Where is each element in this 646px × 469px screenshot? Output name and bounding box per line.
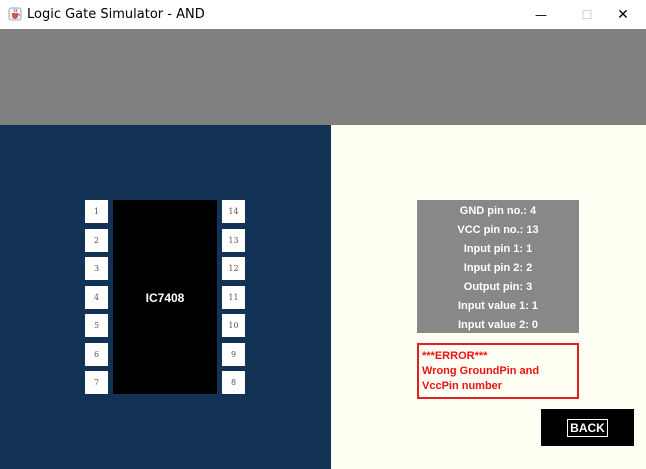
- pin-14[interactable]: 14: [222, 200, 245, 223]
- ic-chip: IC7408: [113, 200, 217, 394]
- window-title: Logic Gate Simulator - AND: [27, 7, 205, 22]
- gnd-pin-label: GND pin no.: 4: [459, 205, 537, 217]
- pin-4[interactable]: 4: [85, 286, 108, 309]
- input-pin-1-label: Input pin 1: 1: [463, 243, 533, 255]
- pin-2[interactable]: 2: [85, 229, 108, 252]
- pin-6[interactable]: 6: [85, 343, 108, 366]
- input-value-1-label: Input value 1: 1: [457, 300, 539, 312]
- pin-9[interactable]: 9: [222, 343, 245, 366]
- input-pin-2-label: Input pin 2: 2: [463, 262, 533, 274]
- maximize-icon: ☐: [581, 7, 593, 22]
- java-coffee-icon: [8, 7, 22, 21]
- pin-11[interactable]: 11: [222, 286, 245, 309]
- pin-13[interactable]: 13: [222, 229, 245, 252]
- title-bar: Logic Gate Simulator - AND — ☐ ✕: [0, 0, 646, 29]
- vcc-pin-label: VCC pin no.: 13: [457, 224, 539, 236]
- pin-3[interactable]: 3: [85, 257, 108, 280]
- pin-8[interactable]: 8: [222, 371, 245, 394]
- input-value-2-label: Input value 2: 0: [457, 319, 539, 331]
- error-line-2: Wrong GroundPin and: [422, 365, 540, 377]
- back-button-label: BACK: [567, 418, 608, 437]
- minimize-button[interactable]: —: [518, 0, 564, 29]
- error-title: ***ERROR***: [422, 350, 488, 362]
- minimize-icon: —: [535, 7, 547, 22]
- pin-5[interactable]: 5: [85, 314, 108, 337]
- pin-info-box: GND pin no.: 4 VCC pin no.: 13 Input pin…: [417, 200, 579, 333]
- back-button[interactable]: BACK: [541, 409, 634, 446]
- top-banner: [0, 29, 646, 125]
- pin-1[interactable]: 1: [85, 200, 108, 223]
- chip-label: IC7408: [145, 291, 185, 305]
- pin-10[interactable]: 10: [222, 314, 245, 337]
- error-message: ***ERROR*** Wrong GroundPin and VccPin n…: [417, 343, 579, 399]
- pin-12[interactable]: 12: [222, 257, 245, 280]
- error-line-3: VccPin number: [422, 380, 503, 392]
- close-icon: ✕: [617, 6, 629, 23]
- pin-7[interactable]: 7: [85, 371, 108, 394]
- close-button[interactable]: ✕: [600, 0, 646, 29]
- output-pin-label: Output pin: 3: [463, 281, 533, 293]
